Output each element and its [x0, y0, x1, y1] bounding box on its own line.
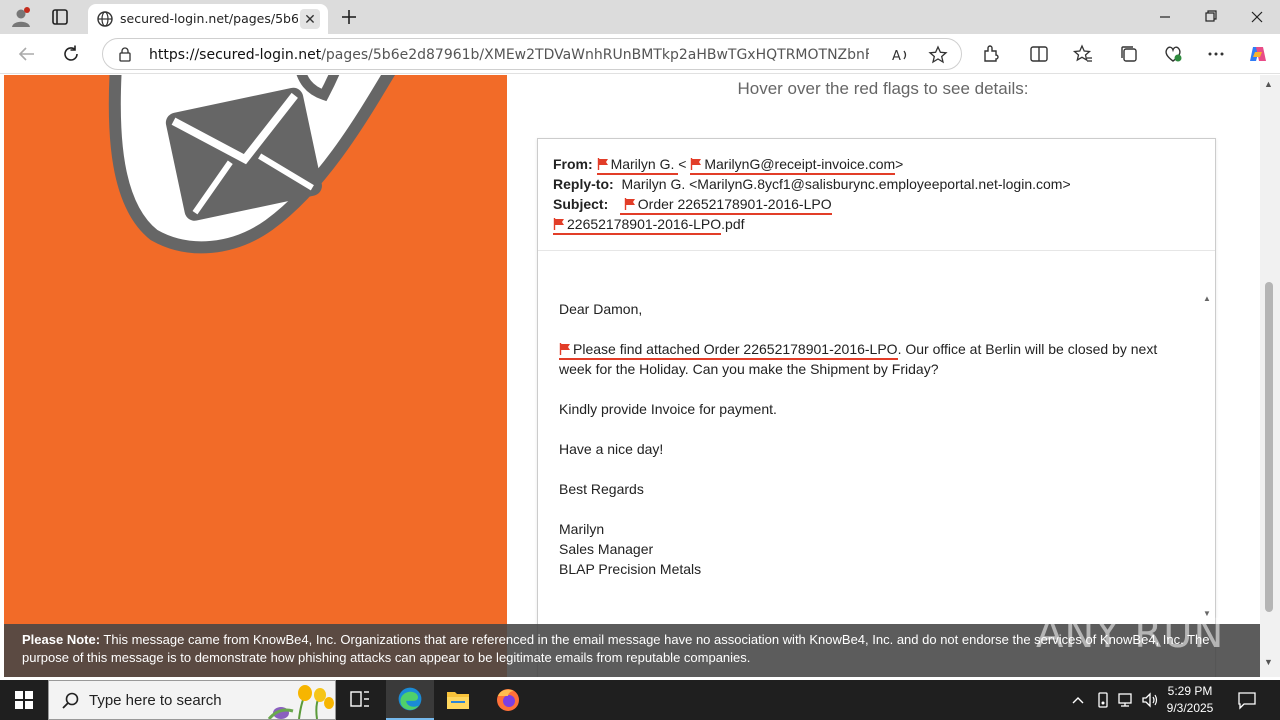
flagged-attachment[interactable]: 22652178901-2016-LPO: [553, 216, 722, 235]
from-gt: >: [895, 156, 904, 172]
taskbar: Type here to search 5:29 PM 9/3/2025: [0, 680, 1280, 720]
from-name: Marilyn G.: [610, 156, 675, 172]
flagged-from-name[interactable]: Marilyn G.: [596, 156, 679, 175]
svg-text:A: A: [892, 49, 901, 64]
subject-line: Subject: Order 22652178901-2016-LPO: [553, 196, 832, 215]
read-aloud-icon[interactable]: A: [889, 44, 911, 66]
email-body: Dear Damon, Please find attached Order 2…: [559, 299, 1179, 579]
extensions-icon[interactable]: [980, 43, 1002, 65]
scroll-up-icon[interactable]: ▲: [1264, 79, 1273, 89]
email-scroll-up-icon[interactable]: ▲: [1203, 294, 1211, 303]
notification-icon[interactable]: [1236, 689, 1258, 711]
clock-time: 5:29 PM: [1167, 684, 1213, 698]
copilot-icon[interactable]: [1247, 43, 1269, 65]
back-icon[interactable]: [16, 43, 38, 65]
email-card: From: Marilyn G. < MarilynG@receipt-invo…: [537, 138, 1216, 677]
file-explorer-icon[interactable]: [434, 680, 482, 720]
scroll-thumb[interactable]: [1265, 282, 1273, 612]
reply-to-value: Marilyn G. <MarilynG.8ycf1@salisburync.e…: [621, 176, 1071, 192]
reply-to-label: Reply-to:: [553, 176, 614, 192]
favorites-icon[interactable]: [1072, 43, 1094, 65]
subject-value: Order 22652178901-2016-LPO: [637, 196, 832, 212]
flagged-from-email[interactable]: MarilynG@receipt-invoice.com: [690, 156, 896, 175]
flagged-body-text[interactable]: Please find attached Order 22652178901-2…: [559, 341, 898, 360]
edge-browser-icon[interactable]: [386, 680, 434, 720]
red-flag-icon[interactable]: [553, 218, 565, 230]
minimize-icon[interactable]: [1142, 0, 1188, 34]
url-text[interactable]: https://secured-login.net/pages/5b6e2d87…: [149, 47, 869, 63]
page-scrollbar[interactable]: ▲ ▼: [1260, 75, 1280, 677]
address-bar[interactable]: https://secured-login.net/pages/5b6e2d87…: [102, 38, 962, 70]
chevron-up-icon[interactable]: [1068, 690, 1088, 710]
refresh-icon[interactable]: [60, 43, 82, 65]
more-menu-icon[interactable]: [1205, 43, 1227, 65]
email-header: From: Marilyn G. < MarilynG@receipt-invo…: [538, 139, 1215, 251]
hover-hint: Hover over the red flags to see details:: [737, 79, 1029, 98]
attachment-line: 22652178901-2016-LPO.pdf: [553, 216, 745, 235]
email-paragraph-1: Please find attached Order 22652178901-2…: [559, 339, 1179, 379]
browser-tab[interactable]: secured-login.net/pages/5b6e2d8 ✕: [88, 4, 328, 34]
task-view-icon[interactable]: [336, 680, 384, 720]
email-paragraph-4: Best Regards: [559, 481, 644, 497]
red-flag-icon[interactable]: [559, 343, 571, 355]
split-screen-icon[interactable]: [1028, 43, 1050, 65]
greeting: Dear Damon,: [559, 301, 643, 317]
attachment-name: 22652178901-2016-LPO: [567, 216, 722, 232]
search-placeholder: Type here to search: [89, 692, 222, 709]
note-text: This message came from KnowBe4, Inc. Org…: [22, 632, 1210, 665]
profile-icon[interactable]: [10, 6, 32, 28]
para1-flagged: Please find attached Order 22652178901-2…: [573, 341, 898, 357]
favorite-star-icon[interactable]: [927, 44, 949, 66]
page-content: Hover over the red flags to see details:…: [0, 75, 1280, 677]
tab-actions-icon[interactable]: [50, 7, 70, 27]
sig-name: Marilyn: [559, 521, 605, 537]
taskbar-clock[interactable]: 5:29 PM 9/3/2025: [1150, 683, 1230, 717]
subject-label: Subject:: [553, 196, 609, 212]
email-preview-panel: Hover over the red flags to see details:…: [507, 75, 1249, 677]
close-window-icon[interactable]: [1234, 0, 1280, 34]
new-tab-icon[interactable]: [338, 6, 360, 28]
clock-date: 9/3/2025: [1166, 701, 1214, 715]
tab-title: secured-login.net/pages/5b6e2d8: [120, 11, 298, 26]
sig-title: Sales Manager: [559, 541, 654, 557]
sig-company: BLAP Precision Metals: [559, 561, 702, 577]
from-email: MarilynG@receipt-invoice.com: [704, 156, 896, 172]
taskbar-search[interactable]: Type here to search: [48, 680, 336, 720]
lock-icon[interactable]: [117, 46, 133, 62]
firefox-icon[interactable]: [484, 680, 532, 720]
red-flag-icon[interactable]: [690, 158, 702, 170]
email-paragraph-2: Kindly provide Invoice for payment.: [559, 401, 777, 417]
scroll-down-icon[interactable]: ▼: [1264, 657, 1273, 667]
note-label: Please Note:: [22, 632, 101, 647]
globe-icon: [97, 11, 113, 27]
watermark: ANY RUN: [1036, 611, 1225, 657]
close-tab-icon[interactable]: ✕: [300, 9, 320, 29]
envelope-shield-icon: [108, 75, 396, 254]
device-icon[interactable]: [1093, 690, 1113, 710]
title-bar: secured-login.net/pages/5b6e2d8 ✕: [0, 0, 1280, 34]
network-icon[interactable]: [1116, 690, 1136, 710]
reply-to-line: Reply-to: Marilyn G. <MarilynG.8ycf1@sal…: [553, 176, 1071, 192]
attachment-ext: .pdf: [721, 216, 745, 232]
signature: Marilyn Sales Manager BLAP Precision Met…: [559, 519, 1179, 579]
red-flag-icon[interactable]: [624, 198, 636, 210]
windows-start-icon[interactable]: [0, 680, 48, 720]
search-icon: [62, 692, 79, 709]
collections-icon[interactable]: [1118, 43, 1140, 65]
left-branding-panel: [4, 75, 507, 677]
browser-toolbar: https://secured-login.net/pages/5b6e2d87…: [0, 34, 1280, 74]
browser-essentials-icon[interactable]: [1162, 43, 1184, 65]
from-label: From:: [553, 156, 593, 172]
red-flag-icon[interactable]: [597, 158, 609, 170]
flagged-subject[interactable]: Order 22652178901-2016-LPO: [619, 196, 832, 215]
restore-icon[interactable]: [1188, 0, 1234, 34]
email-paragraph-3: Have a nice day!: [559, 441, 664, 457]
search-highlight-flowers-icon: [267, 685, 334, 719]
from-lt: <: [678, 156, 687, 172]
from-line: From: Marilyn G. < MarilynG@receipt-invo…: [553, 156, 904, 175]
